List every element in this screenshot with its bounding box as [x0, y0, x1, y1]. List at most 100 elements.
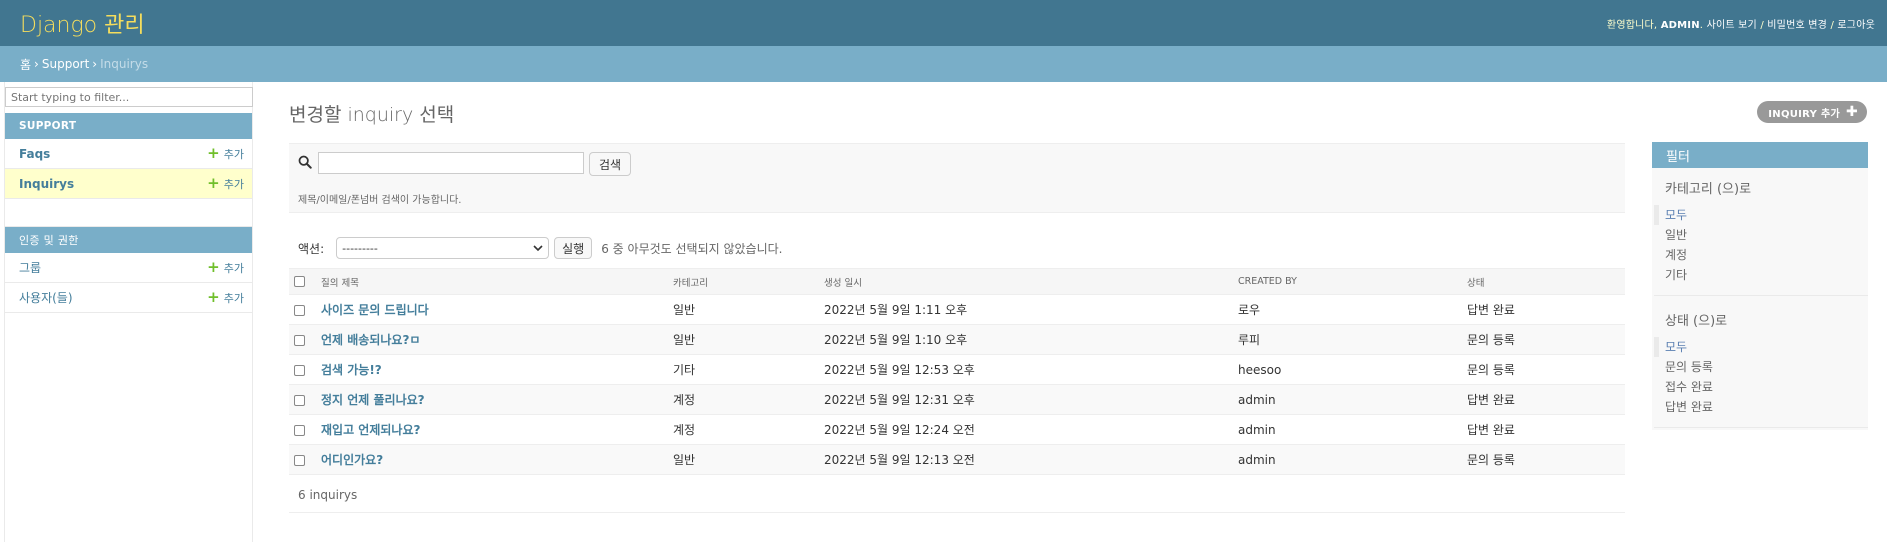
- row-checkbox[interactable]: [294, 334, 305, 346]
- add-group-link[interactable]: + 추가: [207, 260, 244, 276]
- table-row: 재입고 언제되나요? 계정 2022년 5월 9일 12:24 오전 admin 답변 …: [289, 414, 1625, 445]
- inquiry-link[interactable]: 사이즈 문의 드립니다: [321, 303, 429, 317]
- add-faq-link[interactable]: + 추가: [207, 146, 244, 162]
- row-select-cell: [289, 414, 316, 445]
- sidebar-item-label[interactable]: Inquirys: [19, 177, 74, 191]
- view-site-link[interactable]: 사이트 보기: [1707, 20, 1757, 31]
- search-input[interactable]: [318, 152, 584, 174]
- row-checkbox[interactable]: [294, 454, 305, 466]
- breadcrumb-separator: ›: [92, 57, 98, 71]
- module-auth: 인증 및 권한 그룹 + 추가 사용자(들) + 추가: [5, 227, 252, 313]
- sidebar-item-label[interactable]: Faqs: [19, 147, 50, 161]
- column-header-created-at[interactable]: 생성 일시: [819, 268, 1233, 295]
- breadcrumb-app[interactable]: Support: [42, 57, 89, 71]
- column-header-category[interactable]: 카테고리: [668, 268, 819, 295]
- row-select-cell: [289, 354, 316, 385]
- sidebar-item-inquirys: Inquirys + 추가: [5, 169, 252, 199]
- plus-icon: +: [207, 174, 220, 192]
- search-toolbar: 검색 제목/이메일/폰넘버 검색이 가능합니다.: [289, 143, 1625, 213]
- chevron-down-icon: [533, 245, 543, 252]
- cell-created-by: admin: [1233, 414, 1462, 445]
- cell-created-by: admin: [1233, 444, 1462, 475]
- plus-icon: +: [207, 258, 220, 276]
- row-select-cell: [289, 384, 316, 415]
- row-checkbox[interactable]: [294, 394, 305, 406]
- sidebar-item-label[interactable]: 사용자(들): [19, 289, 73, 306]
- filter-option[interactable]: 계정: [1654, 245, 1868, 265]
- sidebar-spacer: [5, 199, 252, 227]
- cell-created-at: 2022년 5월 9일 1:10 오후: [819, 324, 1233, 355]
- row-checkbox[interactable]: [294, 364, 305, 376]
- row-checkbox[interactable]: [294, 304, 305, 316]
- inquiry-link[interactable]: 검색 가능!?: [321, 363, 382, 377]
- add-label: 추가: [223, 261, 244, 275]
- module-support: SUPPORT Faqs + 추가 Inquirys + 추가: [5, 113, 252, 199]
- username: ADMIN: [1660, 19, 1700, 31]
- cell-status: 답변 완료: [1462, 294, 1625, 325]
- cell-category: 계정: [668, 414, 819, 445]
- action-select-value: ---------: [342, 241, 378, 255]
- cell-title: 어디인가요?: [316, 444, 668, 475]
- breadcrumb-separator: ›: [34, 57, 39, 71]
- module-caption[interactable]: SUPPORT: [5, 113, 252, 139]
- row-checkbox[interactable]: [294, 424, 305, 436]
- filter-option[interactable]: 일반: [1654, 225, 1868, 245]
- module-caption[interactable]: 인증 및 권한: [5, 227, 252, 253]
- cell-created-at: 2022년 5월 9일 1:11 오후: [819, 294, 1233, 325]
- filter-option[interactable]: 문의 등록: [1654, 357, 1868, 377]
- filter-panel: 필터 카테고리 (으)로 모두 일반 계정 기타 상태 (으)로 모두 문의 등록 접수 완료 답…: [1652, 142, 1868, 430]
- add-inquiry-link[interactable]: + 추가: [207, 176, 244, 192]
- filter-option[interactable]: 모두: [1654, 205, 1868, 225]
- filter-option[interactable]: 모두: [1654, 337, 1868, 357]
- cell-created-by: 루피: [1233, 324, 1462, 355]
- cell-title: 언제 배송되나요?ㅁ: [316, 324, 668, 355]
- filter-option[interactable]: 답변 완료: [1654, 397, 1868, 417]
- plus-icon: +: [207, 144, 220, 162]
- object-tools: INQUIRY 추가 ✚: [1757, 101, 1867, 123]
- table-row: 어디인가요? 일반 2022년 5월 9일 12:13 오전 admin 문의 등록: [289, 444, 1625, 475]
- actions-label: 액션:: [298, 241, 325, 256]
- inquiry-link[interactable]: 어디인가요?: [321, 453, 383, 467]
- breadcrumb-current: Inquirys: [100, 57, 149, 71]
- inquiry-link[interactable]: 정지 언제 풀리나요?: [321, 393, 425, 407]
- row-select-cell: [289, 324, 316, 355]
- select-all-checkbox[interactable]: [294, 276, 305, 287]
- column-header-title[interactable]: 질의 제목: [316, 268, 668, 295]
- cell-title: 사이즈 문의 드립니다: [316, 294, 668, 325]
- add-user-link[interactable]: + 추가: [207, 290, 244, 306]
- table-row: 정지 언제 풀리나요? 계정 2022년 5월 9일 12:31 오후 admin 답변…: [289, 384, 1625, 415]
- row-select-cell: [289, 444, 316, 475]
- cell-title: 검색 가능!?: [316, 354, 668, 385]
- change-password-link[interactable]: 비밀번호 변경: [1767, 20, 1827, 31]
- sidebar-item-label[interactable]: 그룹: [19, 259, 41, 276]
- column-header-status[interactable]: 상태: [1462, 268, 1625, 295]
- action-go-button[interactable]: 실행: [554, 237, 593, 259]
- result-table: 질의 제목 카테고리 생성 일시 CREATED BY 상태 사이즈 문의 드립…: [289, 268, 1625, 475]
- sidebar-filter-input[interactable]: [5, 87, 253, 107]
- action-select[interactable]: ---------: [336, 237, 550, 259]
- table-row: 검색 가능!? 기타 2022년 5월 9일 12:53 오후 heesoo 문의 등록: [289, 354, 1625, 385]
- cell-created-by: 로우: [1233, 294, 1462, 325]
- cell-category: 일반: [668, 294, 819, 325]
- column-header-created-by[interactable]: CREATED BY: [1233, 268, 1462, 295]
- add-label: 추가: [223, 177, 244, 191]
- filter-option[interactable]: 기타: [1654, 265, 1868, 285]
- filter-title: 필터: [1652, 142, 1868, 168]
- action-counter: 6 중 아무것도 선택되지 않았습니다.: [601, 241, 783, 256]
- site-brand[interactable]: Django 관리: [20, 7, 145, 39]
- page-title: 변경할 inquiry 선택: [289, 104, 455, 126]
- inquiry-link[interactable]: 언제 배송되나요?ㅁ: [321, 333, 420, 347]
- cell-title: 정지 언제 풀리나요?: [316, 384, 668, 415]
- cell-created-at: 2022년 5월 9일 12:24 오전: [819, 414, 1233, 445]
- breadcrumb-home[interactable]: 홈: [20, 56, 31, 73]
- add-inquiry-button[interactable]: INQUIRY 추가 ✚: [1757, 101, 1867, 123]
- inquiry-link[interactable]: 재입고 언제되나요?: [321, 423, 420, 437]
- search-button[interactable]: 검색: [589, 152, 632, 176]
- table-row: 언제 배송되나요?ㅁ 일반 2022년 5월 9일 1:10 오후 루피 문의 등록: [289, 324, 1625, 355]
- cell-title: 재입고 언제되나요?: [316, 414, 668, 445]
- add-inquiry-label: INQUIRY 추가: [1768, 108, 1840, 120]
- cell-category: 기타: [668, 354, 819, 385]
- search-icon: [298, 155, 312, 169]
- logout-link[interactable]: 로그아웃: [1837, 20, 1875, 31]
- filter-option[interactable]: 접수 완료: [1654, 377, 1868, 397]
